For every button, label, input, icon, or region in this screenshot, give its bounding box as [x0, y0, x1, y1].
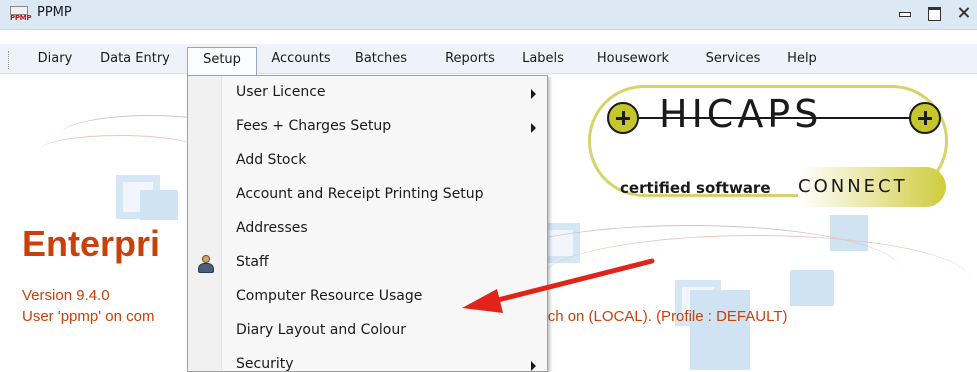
menu-item-label: Add Stock — [236, 152, 307, 168]
user-info-right: Beach on (LOCAL). (Profile : DEFAULT) — [521, 308, 788, 325]
menu-item-label: Security — [236, 356, 294, 372]
menu-batches[interactable]: Batches — [346, 47, 416, 71]
plus-icon — [607, 102, 639, 134]
menu-setup[interactable]: Setup — [187, 47, 257, 75]
decor-square — [140, 190, 178, 220]
menu-item-label: Addresses — [236, 220, 308, 236]
app-icon: PPMP — [10, 6, 31, 22]
submenu-arrow-icon — [531, 361, 536, 371]
menu-labels[interactable]: Labels — [515, 47, 571, 71]
menu-item-security[interactable]: Security — [188, 349, 547, 372]
title-bar: PPMP PPMP — [0, 0, 977, 30]
plus-icon — [909, 102, 941, 134]
menu-grip — [8, 51, 11, 69]
version-text: Version 9.4.0 — [22, 287, 110, 304]
menu-reports[interactable]: Reports — [434, 47, 506, 71]
menu-item-label: Staff — [236, 254, 269, 270]
menu-item-add-stock[interactable]: Add Stock — [188, 145, 547, 179]
menu-item-fees-charges-setup[interactable]: Fees + Charges Setup — [188, 111, 547, 145]
logo-certified-text: certified software — [620, 179, 771, 197]
menu-item-label: Diary Layout and Colour — [236, 322, 406, 338]
window-title: PPMP — [37, 5, 72, 20]
menu-item-user-licence[interactable]: User Licence — [188, 77, 547, 111]
menu-item-label: Fees + Charges Setup — [236, 118, 392, 134]
menu-housework[interactable]: Housework — [585, 47, 681, 71]
logo-connect-text: CONNECT — [798, 176, 908, 197]
menu-item-label: User Licence — [236, 84, 326, 100]
staff-icon — [197, 255, 215, 273]
close-icon[interactable] — [957, 5, 971, 19]
menu-help[interactable]: Help — [782, 47, 822, 71]
menu-item-addresses[interactable]: Addresses — [188, 213, 547, 247]
menu-item-label: Account and Receipt Printing Setup — [236, 186, 484, 202]
product-name: Enterpri — [22, 223, 161, 264]
maximize-icon[interactable] — [927, 5, 941, 21]
menu-item-account-receipt-printing-setup[interactable]: Account and Receipt Printing Setup — [188, 179, 547, 213]
menu-item-diary-layout-colour[interactable]: Diary Layout and Colour — [188, 315, 547, 349]
menu-item-computer-resource-usage[interactable]: Computer Resource Usage — [188, 281, 547, 315]
menu-services[interactable]: Services — [695, 47, 771, 71]
menu-accounts[interactable]: Accounts — [262, 47, 340, 71]
app-window: PPMP PPMP Diary Data Entry Setup Account… — [0, 0, 977, 372]
decor-swoosh — [40, 135, 200, 165]
menu-data-entry[interactable]: Data Entry — [87, 47, 183, 71]
submenu-arrow-icon — [531, 89, 536, 99]
menu-item-label: Computer Resource Usage — [236, 288, 423, 304]
user-info-left: User 'ppmp' on com — [22, 308, 155, 325]
menu-diary[interactable]: Diary — [25, 47, 85, 71]
logo-brand: HICAPS — [659, 92, 823, 136]
menu-item-staff[interactable]: Staff — [188, 247, 547, 281]
menu-bar: Diary Data Entry Setup Accounts Batches … — [0, 44, 977, 75]
setup-dropdown-menu: User Licence Fees + Charges Setup Add St… — [187, 75, 548, 372]
minimize-icon[interactable] — [897, 5, 911, 19]
window-controls — [897, 5, 971, 21]
submenu-arrow-icon — [531, 123, 536, 133]
